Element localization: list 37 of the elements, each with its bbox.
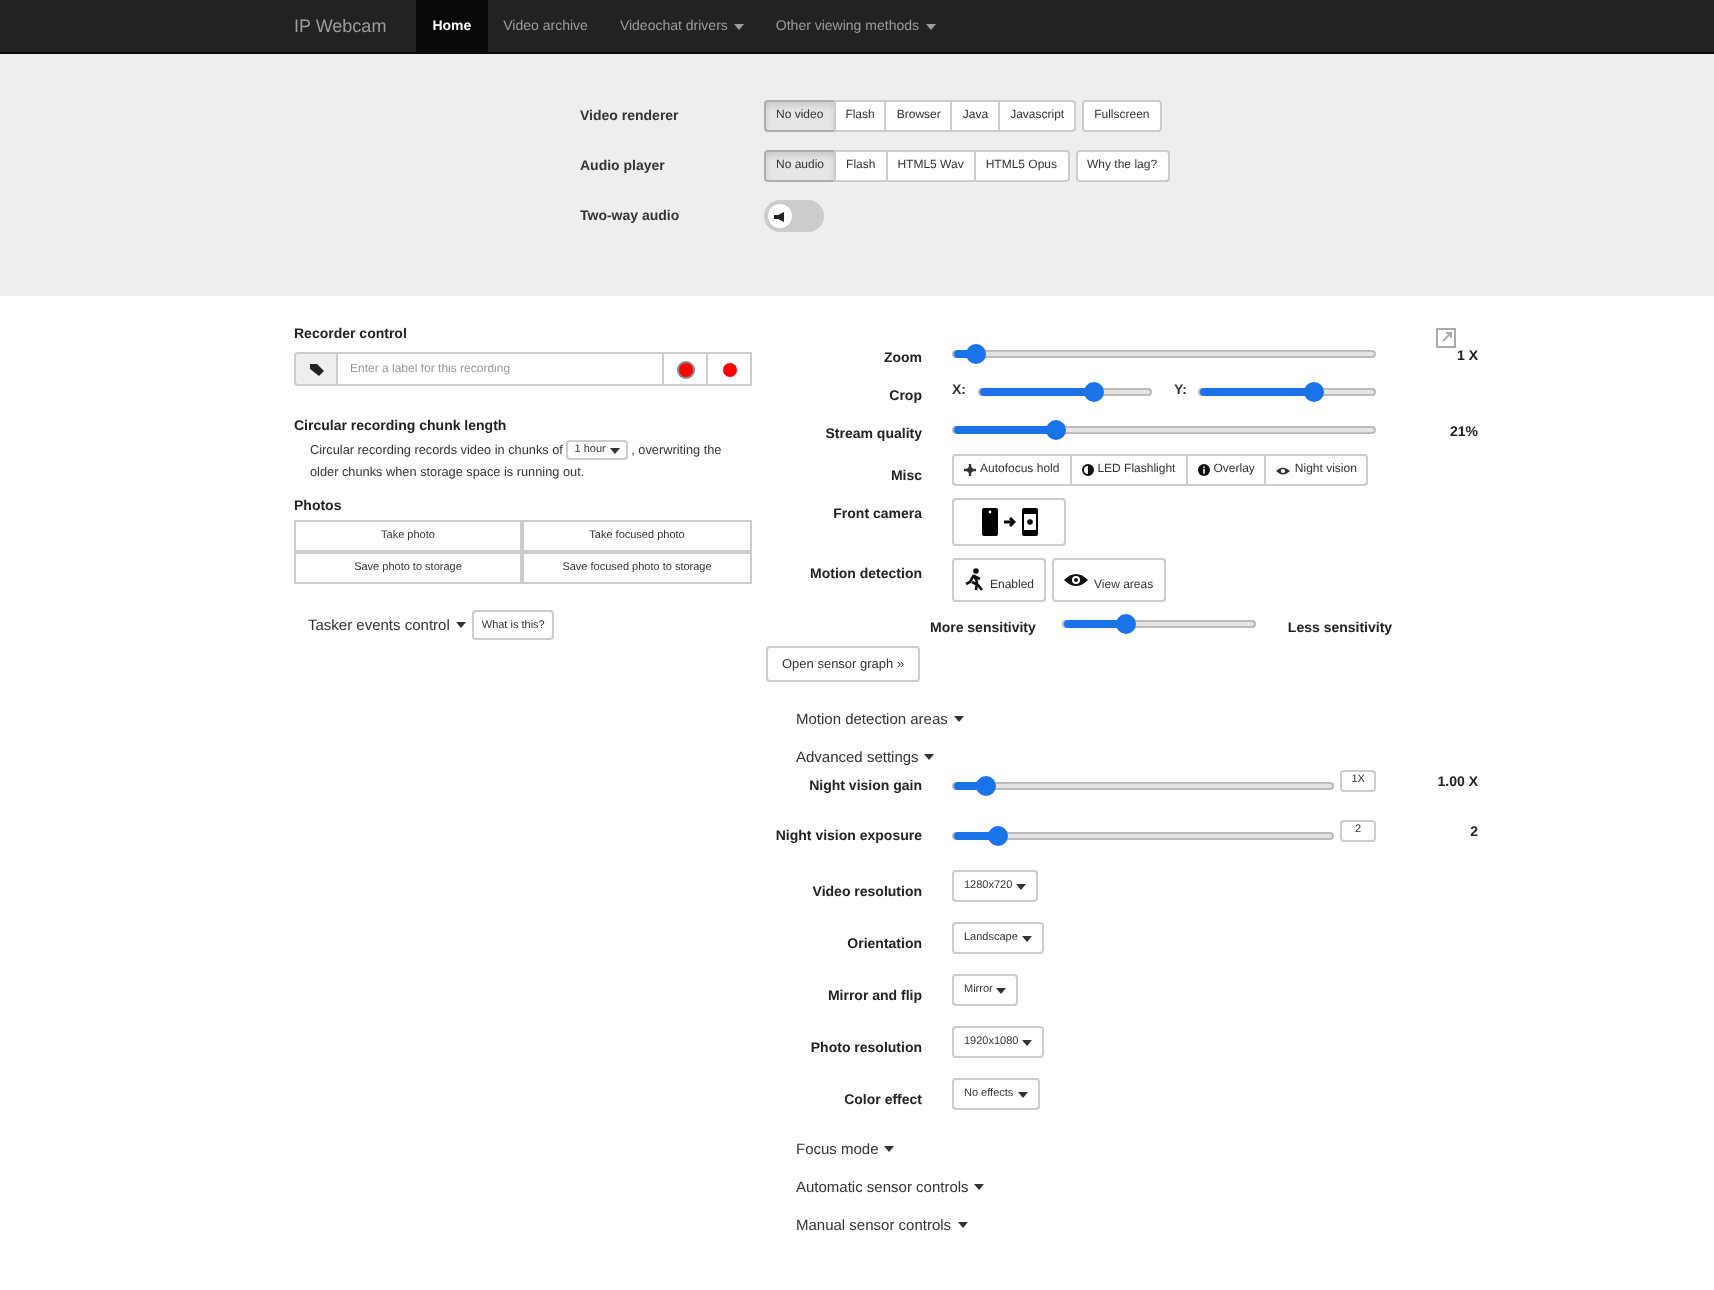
running-person-icon [964, 568, 984, 592]
slider-handle[interactable] [976, 775, 997, 795]
eye-icon [1276, 465, 1291, 475]
tag-icon [309, 363, 323, 375]
caret-icon [974, 1183, 985, 1189]
eye-icon [1064, 572, 1089, 588]
toggle-switch[interactable] [764, 200, 824, 232]
external-link-icon[interactable] [1436, 328, 1456, 348]
caret-icon [1022, 1039, 1033, 1045]
caret-icon [925, 23, 935, 29]
caret-icon [1016, 883, 1027, 889]
caret-icon [957, 1221, 968, 1227]
record-button[interactable] [664, 352, 708, 386]
slider-handle[interactable] [1046, 419, 1067, 439]
record-dot-icon [675, 359, 695, 379]
caret-icon [455, 622, 466, 628]
record-dot-icon [721, 361, 737, 377]
caret-icon [953, 715, 964, 721]
slider-handle[interactable] [987, 825, 1008, 845]
record-button[interactable] [708, 352, 752, 386]
caret-icon [924, 753, 935, 759]
slider-handle[interactable] [1304, 381, 1325, 401]
info-icon [1197, 464, 1210, 476]
caret-icon [609, 447, 620, 454]
caret-icon [1017, 1091, 1028, 1097]
megaphone-icon [774, 211, 786, 221]
half-circle-icon [1081, 464, 1094, 476]
brand-title[interactable]: IP Webcam [294, 0, 387, 52]
caret-icon [884, 1145, 895, 1151]
slider-handle[interactable] [1083, 381, 1103, 401]
caret-icon [996, 987, 1007, 993]
slider-handle[interactable] [966, 343, 987, 363]
caret-icon [1021, 935, 1032, 941]
caret-icon [733, 23, 744, 29]
slider-handle[interactable] [1116, 613, 1137, 633]
camera-switch-button[interactable] [952, 498, 1066, 546]
crosshair-icon [964, 464, 976, 476]
